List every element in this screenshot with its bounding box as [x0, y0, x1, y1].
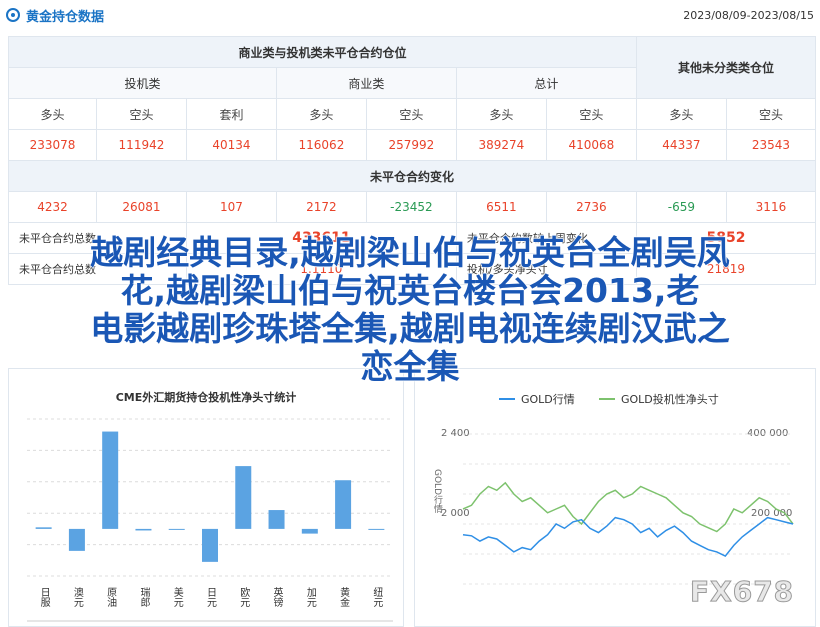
- position-value: 116062: [275, 129, 367, 161]
- column-label: 多头: [635, 98, 727, 130]
- change-value: 6511: [455, 191, 547, 223]
- position-values-row: 233078 111942 40134 116062 257992 389274…: [8, 129, 817, 161]
- category-label: 加元: [304, 587, 316, 607]
- category-label: 美元: [171, 586, 183, 607]
- date-range: 2023/08/09-2023/08/15: [683, 9, 814, 22]
- column-label: 空头: [365, 98, 457, 130]
- y-right-tick: 200 000: [751, 508, 792, 519]
- category-label: 原油: [105, 587, 117, 607]
- group-commercial-header: 商业类与投机类未平仓合约仓位: [8, 36, 637, 68]
- change-value: 2736: [545, 191, 637, 223]
- sub-total-header: 总计: [455, 67, 637, 99]
- change-value: 4232: [8, 191, 97, 223]
- category-label: 黄金: [338, 586, 350, 607]
- legend-label: GOLD行情: [521, 393, 575, 406]
- row3-value-2: 21819: [635, 253, 817, 285]
- bar: [202, 528, 218, 562]
- position-value: 257992: [365, 129, 457, 161]
- legend-label: GOLD投机性净头寸: [621, 392, 719, 406]
- group-other-header: 其他未分类类仓位: [635, 36, 817, 99]
- category-label: 欧元: [238, 587, 250, 607]
- column-label: 空头: [95, 98, 187, 130]
- position-value: 111942: [95, 129, 187, 161]
- bar-chart: 日服 澳元 原油 瑞郎 美元 日元 欧元 英镑 加元 黄金 纽元: [27, 418, 393, 622]
- summary-label-total: 未平仓合约总数: [8, 222, 187, 254]
- bar: [168, 528, 185, 530]
- category-label: 纽元: [371, 586, 383, 607]
- category-label: 瑞郎: [138, 587, 150, 608]
- change-section-header: 未平仓合约变化: [8, 160, 816, 192]
- column-label: 多头: [275, 98, 367, 130]
- position-value: 23543: [725, 129, 817, 161]
- position-value: 44337: [635, 129, 727, 161]
- series-line-gold: [462, 516, 794, 558]
- change-values-row: 4232 26081 107 2172 -23452 6511 2736 -65…: [8, 191, 817, 223]
- bar: [268, 510, 285, 529]
- category-label: 日服: [38, 587, 50, 608]
- y-left-tick: 2 000: [441, 508, 470, 519]
- sub-commercial-header: 商业类: [275, 67, 457, 99]
- row3-value-1: 1.1110: [185, 253, 457, 285]
- bar: [335, 480, 352, 529]
- position-value: 389274: [455, 129, 547, 161]
- bar: [35, 527, 52, 529]
- watermark-logo: FX678: [689, 575, 795, 609]
- bar-chart-panel: CME外汇期货持仓投机性净头寸统计 日服 澳元 原油 瑞郎 美元 日元 欧元 英镑 加元 黄金 纽元: [8, 368, 404, 627]
- column-label: 空头: [725, 98, 817, 130]
- bar: [301, 528, 318, 534]
- column-label: 套利: [185, 98, 277, 130]
- y-axis-label: GOLD行情: [432, 469, 443, 514]
- page-title: 黄金持仓数据: [26, 9, 105, 25]
- column-label: 空头: [545, 98, 637, 130]
- bar: [135, 528, 152, 531]
- bar: [102, 431, 119, 529]
- row3-label-1: 未平仓合约总数: [8, 253, 187, 285]
- bar: [68, 528, 85, 551]
- position-value: 410068: [545, 129, 637, 161]
- summary-row-2: 未平仓合约总数 1.1110 投机/多头净头寸 21819: [8, 253, 817, 285]
- change-value: 2172: [275, 191, 367, 223]
- column-label-row: 多头 空头 套利 多头 空头 多头 空头 多头 空头: [8, 98, 817, 130]
- positions-table: 商业类与投机类未平仓合约仓位 其他未分类类仓位 投机类 商业类 总计 多头 空头…: [8, 36, 817, 285]
- change-value: 3116: [725, 191, 817, 223]
- bar: [368, 528, 385, 530]
- category-label: 英镑: [271, 586, 283, 608]
- summary-row: 未平仓合约总数 433611 未平仓合约数较上周变化 5852: [8, 222, 817, 254]
- circle-logo-icon: [6, 8, 20, 22]
- category-label: 澳元: [71, 586, 83, 607]
- page-header: 黄金持仓数据 2023/08/09-2023/08/15: [0, 0, 820, 30]
- change-value: -23452: [365, 191, 457, 223]
- summary-value-change: 5852: [635, 222, 817, 254]
- row3-label-2: 投机/多头净头寸: [455, 253, 637, 285]
- change-value: 107: [185, 191, 277, 223]
- column-label: 多头: [455, 98, 547, 130]
- column-label: 多头: [8, 98, 97, 130]
- bar: [235, 466, 252, 529]
- change-value: 26081: [95, 191, 187, 223]
- position-value: 40134: [185, 129, 277, 161]
- summary-value-total: 433611: [185, 222, 457, 254]
- overlay-line: 电影越剧珍珠塔全集,越剧电视连续剧汉武之: [90, 309, 731, 348]
- position-value: 233078: [8, 129, 97, 161]
- category-label: 日元: [205, 587, 217, 607]
- summary-label-change: 未平仓合约数较上周变化: [455, 222, 637, 254]
- sub-speculative-header: 投机类: [8, 67, 277, 99]
- change-value: -659: [635, 191, 727, 223]
